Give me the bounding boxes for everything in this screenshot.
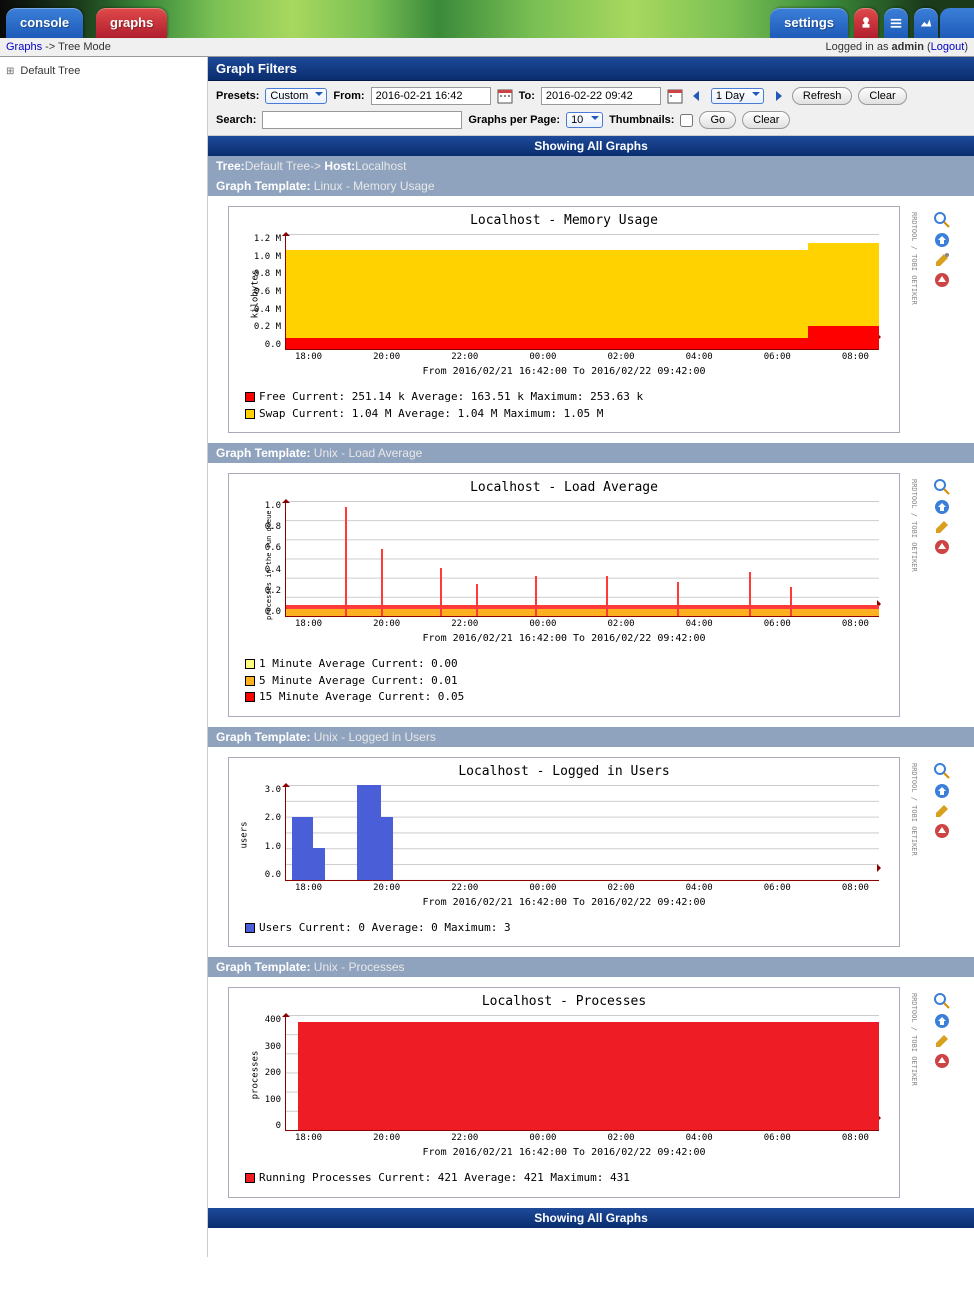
yaxis: 1.2 M1.0 M0.8 M0.6 M0.4 M0.2 M0.0 xyxy=(241,234,281,350)
template-header-memory: Graph Template: Linux - Memory Usage xyxy=(208,176,974,196)
edit-icon[interactable] xyxy=(934,803,950,819)
presets-select[interactable]: Custom xyxy=(265,88,327,104)
page-top-icon[interactable] xyxy=(934,823,950,839)
tree-node-default[interactable]: Default Tree xyxy=(6,63,201,79)
thumbnails-checkbox[interactable] xyxy=(680,114,693,127)
graph-tools xyxy=(934,206,954,288)
logout-link[interactable]: Logout xyxy=(931,41,965,53)
tab-console[interactable]: console xyxy=(6,8,83,38)
legend: Free Current: 251.14 k Average: 163.51 k… xyxy=(229,385,899,432)
showing-banner-top: Showing All Graphs xyxy=(208,136,974,156)
plot-area xyxy=(285,234,879,350)
page-top-icon[interactable] xyxy=(934,1053,950,1069)
graph-filters-header: Graph Filters xyxy=(208,57,974,81)
shift-right-icon[interactable] xyxy=(770,88,786,104)
to-label: To: xyxy=(519,90,535,102)
zoom-icon[interactable] xyxy=(934,763,950,779)
graph-memory[interactable]: Localhost - Memory Usage kilobytes 1.2 M… xyxy=(228,206,900,433)
calendar-to-icon[interactable] xyxy=(667,88,683,104)
gpp-select[interactable]: 10 xyxy=(566,112,603,128)
from-label: From: xyxy=(333,90,364,102)
template-header-processes: Graph Template: Unix - Processes xyxy=(208,957,974,977)
csv-icon[interactable] xyxy=(934,499,950,515)
graph-title: Localhost - Memory Usage xyxy=(229,207,899,234)
go-button[interactable]: Go xyxy=(699,111,736,129)
graph-users[interactable]: Localhost - Logged in Users users 3.02.0… xyxy=(228,757,900,948)
edit-icon[interactable] xyxy=(934,519,950,535)
edit-icon[interactable] xyxy=(934,1033,950,1049)
zoom-icon[interactable] xyxy=(934,212,950,228)
graph-processes[interactable]: Localhost - Processes processes 40030020… xyxy=(228,987,900,1198)
from-input[interactable] xyxy=(371,87,491,105)
search-label: Search: xyxy=(216,114,256,126)
tab-settings[interactable]: settings xyxy=(770,8,848,38)
graph-filters: Presets: Custom From: To: 1 Day Refresh … xyxy=(208,81,974,136)
tree-view-icon[interactable] xyxy=(854,8,878,38)
main-content: Graph Filters Presets: Custom From: To: … xyxy=(208,57,974,1257)
tree-host-bar: Tree:Default Tree-> Host:Localhost xyxy=(208,156,974,176)
preview-view-icon[interactable] xyxy=(914,8,938,38)
clear-button[interactable]: Clear xyxy=(858,87,906,105)
csv-icon[interactable] xyxy=(934,1013,950,1029)
zoom-icon[interactable] xyxy=(934,993,950,1009)
zoom-icon[interactable] xyxy=(934,479,950,495)
page-top-icon[interactable] xyxy=(934,539,950,555)
edit-icon[interactable] xyxy=(934,252,950,268)
top-bar: console graphs settings xyxy=(0,0,974,38)
template-header-users: Graph Template: Unix - Logged in Users xyxy=(208,727,974,747)
tab-graphs[interactable]: graphs xyxy=(96,8,167,38)
presets-label: Presets: xyxy=(216,90,259,102)
showing-banner-bottom: Showing All Graphs xyxy=(208,1208,974,1228)
gpp-label: Graphs per Page: xyxy=(468,114,560,126)
csv-icon[interactable] xyxy=(934,783,950,799)
graph-load[interactable]: Localhost - Load Average processes in th… xyxy=(228,473,900,717)
clear-search-button[interactable]: Clear xyxy=(742,111,790,129)
thumbnails-label: Thumbnails: xyxy=(609,114,674,126)
breadcrumb-bar: Graphs -> Tree Mode Logged in as admin (… xyxy=(0,38,974,57)
shift-left-icon[interactable] xyxy=(689,88,705,104)
calendar-from-icon[interactable] xyxy=(497,88,513,104)
sidebar: Default Tree xyxy=(0,57,208,1257)
xaxis: 18:0020:0022:0000:0002:0004:0006:0008:00 xyxy=(285,352,879,364)
refresh-button[interactable]: Refresh xyxy=(792,87,853,105)
breadcrumb-link[interactable]: Graphs xyxy=(6,41,42,53)
range-select[interactable]: 1 Day xyxy=(711,88,764,104)
csv-icon[interactable] xyxy=(934,232,950,248)
breadcrumb-page: Tree Mode xyxy=(58,41,111,53)
search-input[interactable] xyxy=(262,111,462,129)
list-view-icon[interactable] xyxy=(884,8,908,38)
page-top-icon[interactable] xyxy=(934,272,950,288)
template-header-load: Graph Template: Unix - Load Average xyxy=(208,443,974,463)
logged-user: admin xyxy=(892,41,924,53)
to-input[interactable] xyxy=(541,87,661,105)
